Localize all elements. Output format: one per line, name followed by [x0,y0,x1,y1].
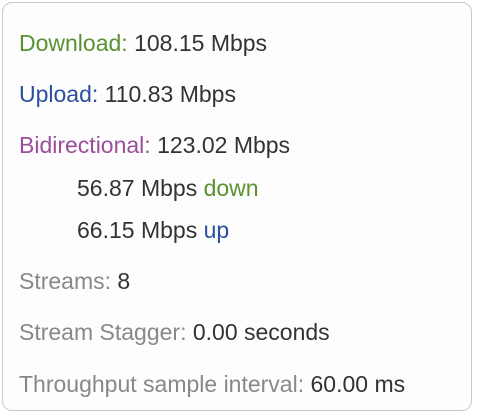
download-row: Download: 108.15 Mbps [19,29,267,57]
bidirectional-down-word: down [203,175,259,201]
stream-stagger-value: 0.00 seconds [192,319,330,345]
streams-value: 8 [117,268,131,294]
download-label: Download: [19,30,128,56]
stream-stagger-row: Stream Stagger: 0.00 seconds [19,318,330,346]
stream-stagger-label: Stream Stagger: [19,319,187,345]
bidirectional-up-word: up [203,217,230,243]
speed-test-results-panel: Download: 108.15 Mbps Upload: 110.83 Mbp… [2,2,472,411]
sample-interval-row: Throughput sample interval: 60.00 ms [19,370,405,398]
streams-label: Streams: [19,268,112,294]
download-value: 108.15 Mbps [134,30,268,56]
sample-interval-label: Throughput sample interval: [19,371,305,397]
bidirectional-value: 123.02 Mbps [157,132,291,158]
bidirectional-up-row: 66.15 Mbps up [77,216,229,244]
upload-row: Upload: 110.83 Mbps [19,80,236,108]
upload-label: Upload: [19,81,99,107]
bidirectional-down-row: 56.87 Mbps down [77,174,259,202]
upload-value: 110.83 Mbps [104,81,236,107]
bidirectional-row: Bidirectional: 123.02 Mbps [19,131,290,159]
bidirectional-label: Bidirectional: [19,132,151,158]
bidirectional-up-value: 66.15 Mbps [77,217,198,243]
bidirectional-down-value: 56.87 Mbps [77,175,198,201]
sample-interval-value: 60.00 ms [310,371,406,397]
streams-row: Streams: 8 [19,267,130,295]
